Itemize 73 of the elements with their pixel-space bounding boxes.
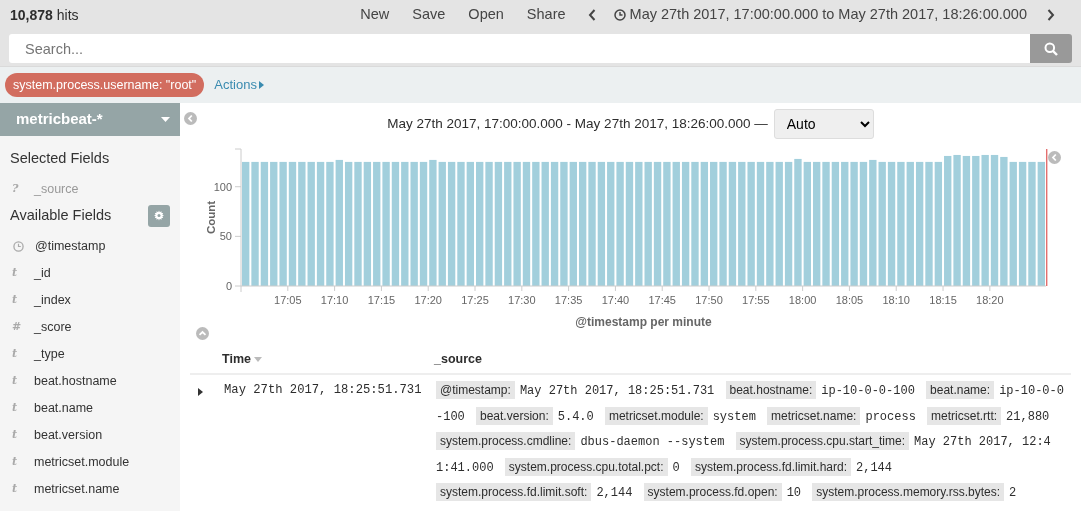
- interval-select[interactable]: Auto: [773, 109, 874, 139]
- field-item[interactable]: t metricset.name: [0, 475, 180, 503]
- sort-caret-icon[interactable]: [253, 356, 262, 362]
- x-tick-label: 17:30: [508, 294, 536, 306]
- field-item[interactable]: # _score: [0, 313, 180, 341]
- y-tick-label: 100: [213, 180, 232, 193]
- section-title: Available Fields: [9, 205, 113, 225]
- menu-link[interactable]: Share: [526, 4, 566, 26]
- settings-icon: [154, 210, 164, 222]
- field-type-glyph: ?: [12, 181, 20, 197]
- field-item[interactable]: t _type: [0, 340, 180, 368]
- field-item[interactable]: t beat.version: [0, 421, 180, 449]
- previous-icon[interactable]: [587, 9, 596, 21]
- y-axis-title: Count: [205, 200, 217, 235]
- x-tick-label: 18:00: [788, 294, 817, 306]
- caret-icon: [258, 81, 264, 89]
- x-tick-label: 18:05: [835, 294, 864, 306]
- caret-icon: [161, 117, 170, 122]
- x-tick-label: 17:05: [274, 294, 302, 306]
- x-tick-label: 17:40: [601, 294, 630, 306]
- x-tick-label: 17:20: [414, 294, 442, 306]
- next-icon[interactable]: [1047, 9, 1055, 21]
- histogram-range: May 27th 2017, 17:00:00.000 - May 27th 2017, 18:26:00.000 —: [387, 114, 768, 133]
- expand-icon[interactable]: [1048, 151, 1061, 164]
- field-item[interactable]: t _id: [0, 259, 180, 287]
- collapse-chart-icon[interactable]: [196, 327, 209, 340]
- x-tick-label: 18:10: [882, 294, 910, 306]
- x-tick-label: 17:15: [367, 294, 396, 306]
- collapse-sidebar-icon[interactable]: [184, 112, 197, 125]
- x-tick-label: 17:10: [320, 294, 349, 306]
- search-icon: [1044, 41, 1058, 56]
- x-tick-label: 17:35: [554, 294, 583, 306]
- column-header[interactable]: _source: [434, 349, 482, 369]
- expand-toggle-icon[interactable]: [198, 388, 204, 396]
- x-tick-label: 17:25: [461, 294, 489, 306]
- field-type-glyph: t: [12, 481, 19, 497]
- hits-count: 10,878: [10, 5, 53, 25]
- clock-icon: [613, 9, 626, 21]
- menu-link[interactable]: New: [360, 4, 390, 26]
- section-title: Selected Fields: [9, 149, 111, 168]
- field-item[interactable]: t beat.name: [0, 394, 180, 422]
- menu-link[interactable]: Open: [468, 4, 504, 26]
- field-type-glyph: t: [12, 265, 19, 281]
- clock-icon: [13, 240, 24, 252]
- field-item[interactable]: @timestamp: [0, 232, 180, 260]
- time-cell-text: May 27th 2017, 18:25:51.731: [224, 382, 423, 399]
- x-axis-title: @timestamp per minute: [575, 315, 712, 329]
- search-field[interactable]: Search...: [9, 34, 1030, 63]
- column-header[interactable]: Time: [222, 349, 251, 369]
- field-type-glyph: t: [12, 454, 19, 470]
- hits-label: hits: [56, 5, 79, 25]
- field-type-glyph: t: [12, 346, 19, 362]
- settings-button[interactable]: [148, 204, 170, 227]
- field-type-glyph: #: [12, 319, 23, 335]
- field-item[interactable]: t beat.hostname: [0, 367, 180, 395]
- search-button[interactable]: [1030, 34, 1072, 63]
- y-tick-label: 50: [219, 230, 232, 243]
- menu-link[interactable]: Save: [412, 4, 446, 26]
- index-pattern-label: metricbeat-*: [16, 109, 103, 130]
- y-tick-label: 0: [225, 280, 232, 292]
- x-tick-label: 17:55: [742, 294, 770, 306]
- field-type-glyph: t: [12, 373, 19, 389]
- x-tick-label: 18:15: [929, 294, 957, 306]
- x-tick-label: 17:50: [695, 294, 723, 306]
- field-type-glyph: t: [12, 292, 19, 308]
- field-item[interactable]: t metricset.module: [0, 448, 180, 476]
- field-type-glyph: t: [12, 400, 19, 416]
- time-range-link[interactable]: May 27th 2017, 17:00:00.000 to May 27th 2017, 18:26:00.000: [629, 4, 1027, 26]
- field-item[interactable]: t _index: [0, 286, 180, 314]
- x-tick-label: 18:20: [976, 294, 1004, 306]
- source-document-text: @timestamp: May 27th 2017, 18:25:51.731 beat.hostname: ip-10-0-0-100 beat.name: ip-10-0-0-100 beat.version: 5.4.0 metricset.module: system metricset.name: process metricset.rtt: 21,880 system.process.cmdline: dbus-daemon --system system.process.cpu.start_time: May 27th 2017, 12:41:41.000 system.process.cpu.total.pct: 0 system.process.fd.limit.hard: 2,144 system.process.fd.limit.soft: 2,144 system.process.fd.open: 10 system.process.memory.rss.bytes: 2: [436, 380, 1064, 503]
- field-type-glyph: t: [12, 427, 19, 443]
- x-tick-label: 17:45: [648, 294, 676, 306]
